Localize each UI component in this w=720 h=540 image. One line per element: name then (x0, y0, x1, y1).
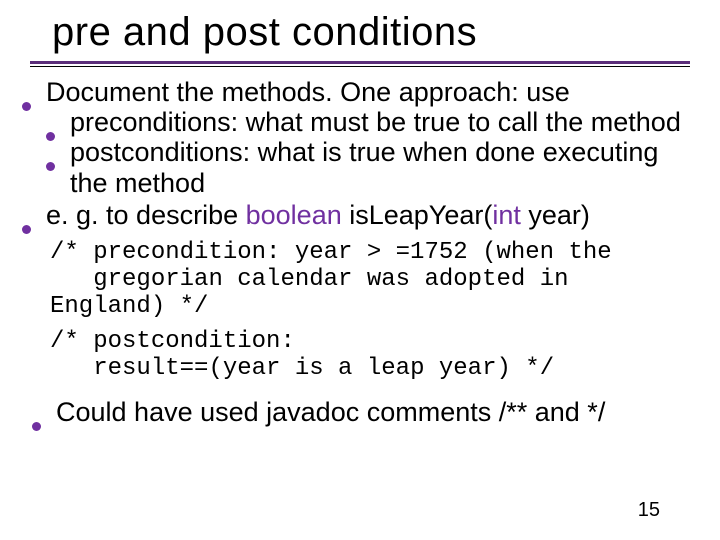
slide-body: Document the methods. One approach: use … (22, 77, 698, 427)
bullet-icon (22, 77, 46, 107)
keyword-int: int (492, 200, 521, 230)
text-fragment: e. g. to describe (46, 200, 246, 230)
bullet-icon (46, 107, 70, 137)
code-precondition: /* precondition: year > =1752 (when the … (50, 240, 698, 321)
title-underline-purple (30, 61, 690, 64)
bullet-level2: postconditions: what is true when done e… (46, 137, 698, 197)
code-postcondition: /* postcondition: result==(year is a lea… (50, 329, 698, 383)
text-fragment: year) (521, 200, 590, 230)
bullet-text: e. g. to describe boolean isLeapYear(int… (46, 200, 698, 230)
page-number: 15 (638, 499, 660, 522)
title-underline-black (30, 66, 690, 67)
bullet-level2: preconditions: what must be true to call… (46, 107, 698, 137)
bullet-level1: e. g. to describe boolean isLeapYear(int… (22, 200, 698, 230)
bullet-text: Document the methods. One approach: use (46, 77, 698, 107)
text-fragment: isLeapYear( (342, 200, 493, 230)
bullet-level1: Could have used javadoc comments /** and… (32, 397, 698, 427)
bullet-icon (22, 200, 46, 230)
bullet-icon (46, 137, 70, 197)
bullet-level1: Document the methods. One approach: use (22, 77, 698, 107)
sub-list: preconditions: what must be true to call… (22, 107, 698, 198)
slide: pre and post conditions Document the met… (0, 0, 720, 540)
slide-title: pre and post conditions (52, 10, 698, 55)
bullet-text: Could have used javadoc comments /** and… (56, 397, 698, 427)
bullet-text: postconditions: what is true when done e… (70, 137, 698, 197)
bullet-icon (32, 397, 56, 427)
keyword-boolean: boolean (246, 200, 342, 230)
bullet-text: preconditions: what must be true to call… (70, 107, 698, 137)
